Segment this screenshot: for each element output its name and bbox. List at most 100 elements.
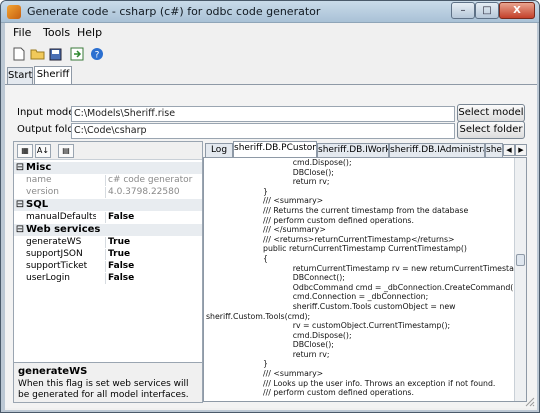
- app-window: Generate code - csharp (c#) for odbc cod…: [0, 0, 540, 413]
- code-line: sheriff.Custom.Tools(cmd);: [206, 311, 311, 321]
- property-value: True: [108, 249, 131, 259]
- tab-sheriff[interactable]: Sheriff: [34, 66, 72, 84]
- code-line: /// perform custom defined operations.: [206, 215, 414, 225]
- vertical-scrollbar[interactable]: [514, 158, 526, 401]
- select-model-button[interactable]: Select model: [457, 104, 525, 122]
- property-pages-icon[interactable]: ▤: [58, 144, 74, 158]
- menu-bar: File Tools Help: [5, 23, 537, 43]
- tab-more[interactable]: she: [485, 143, 503, 157]
- property-value: 4.0.3798.22580: [108, 187, 180, 197]
- menu-help[interactable]: Help: [77, 26, 102, 39]
- code-line: public returnCurrentTimestamp CurrentTim…: [206, 244, 467, 254]
- property-value: False: [108, 273, 135, 283]
- tab-pcustom[interactable]: sheriff.DB.PCustom.cs: [233, 141, 317, 157]
- code-line: /// <summary>: [206, 196, 324, 206]
- collapse-icon[interactable]: ⊟: [14, 199, 26, 211]
- property-grid-toolbar: ▦ A↓ ▤: [14, 142, 202, 160]
- property-row-supportticket[interactable]: supportTicket False: [14, 261, 202, 272]
- new-file-icon[interactable]: [11, 46, 27, 62]
- app-icon: [7, 5, 21, 19]
- code-line: rv = customObject.CurrentTimestamp();: [206, 321, 451, 331]
- property-value: c# code generator: [108, 175, 193, 185]
- code-text: cmd.Dispose(); DBClose(); return rv; } /…: [206, 158, 527, 398]
- code-line: cmd.Dispose();: [206, 330, 352, 340]
- code-line: cmd.Dispose();: [206, 158, 352, 167]
- svg-text:?: ?: [95, 51, 100, 61]
- property-name: userLogin: [26, 273, 70, 283]
- maximize-button[interactable]: □: [475, 2, 499, 19]
- code-line: }: [206, 186, 268, 196]
- property-help-panel: generateWS When this flag is set web ser…: [14, 362, 202, 402]
- collapse-icon[interactable]: ⊟: [14, 224, 26, 236]
- code-line: {: [206, 253, 268, 263]
- code-line: DBConnect();: [206, 273, 345, 283]
- property-name: supportTicket: [26, 261, 88, 271]
- minimize-button[interactable]: –: [451, 2, 475, 19]
- property-row-generatews[interactable]: generateWS True: [14, 237, 202, 248]
- property-grid: ▦ A↓ ▤ ⊟ Misc name c# code generator versi…: [13, 141, 203, 403]
- property-row-userlogin[interactable]: userLogin False: [14, 273, 202, 284]
- tab-iwork[interactable]: sheriff.DB.IWork.cs: [317, 143, 389, 157]
- code-line: sheriff.Custom.Tools customObject = new: [206, 301, 456, 311]
- resize-grip-icon[interactable]: [523, 395, 535, 407]
- property-row-supportjson[interactable]: supportJSON True: [14, 249, 202, 260]
- title-bar[interactable]: Generate code - csharp (c#) for odbc cod…: [1, 1, 539, 23]
- toolbar: ?: [5, 43, 537, 65]
- tab-scroll-right-icon[interactable]: ▶: [515, 144, 527, 156]
- select-folder-button[interactable]: Select folder: [457, 121, 525, 139]
- output-folder-field[interactable]: C:\Code\csharp: [71, 123, 455, 139]
- category-label: Misc: [26, 162, 52, 173]
- tab-iadministrate[interactable]: sheriff.DB.IAdministrate.cs: [389, 143, 485, 157]
- code-line: return rv;: [206, 349, 330, 359]
- property-value: False: [108, 212, 135, 222]
- category-sql[interactable]: ⊟ SQL: [14, 199, 202, 211]
- code-line: }: [206, 359, 268, 369]
- open-folder-icon[interactable]: [29, 46, 45, 62]
- code-editor[interactable]: cmd.Dispose(); DBClose(); return rv; } /…: [203, 157, 527, 402]
- category-misc[interactable]: ⊟ Misc: [14, 162, 202, 174]
- code-line: cmd.Connection = _dbConnection;: [206, 292, 429, 302]
- code-line: DBClose();: [206, 340, 334, 350]
- help-text: When this flag is set web services will …: [18, 379, 189, 400]
- generate-icon[interactable]: [69, 46, 85, 62]
- menu-file[interactable]: File: [13, 26, 31, 39]
- tab-scroll-left-icon[interactable]: ◀: [503, 144, 515, 156]
- property-name: generateWS: [26, 237, 82, 247]
- close-button[interactable]: X: [499, 2, 535, 19]
- code-line: DBClose();: [206, 167, 334, 177]
- category-label: SQL: [26, 199, 49, 210]
- scrollbar-thumb[interactable]: [516, 254, 525, 266]
- property-value: False: [108, 261, 135, 271]
- input-model-field[interactable]: C:\Models\Sheriff.rise: [71, 106, 455, 122]
- tab-log[interactable]: Log: [205, 143, 233, 157]
- code-line: /// perform custom defined operations.: [206, 388, 414, 398]
- category-web-services[interactable]: ⊟ Web services: [14, 224, 202, 236]
- help-icon[interactable]: ?: [89, 46, 105, 62]
- property-name: supportJSON: [26, 249, 83, 259]
- property-row-name[interactable]: name c# code generator: [14, 175, 202, 186]
- property-name: version: [26, 187, 59, 197]
- input-model-label: Input model: [17, 107, 78, 118]
- code-line: /// <summary>: [206, 369, 324, 379]
- property-name: manualDefaults: [26, 212, 96, 222]
- property-row-manualdefaults[interactable]: manualDefaults False: [14, 212, 202, 223]
- code-line: returnCurrentTimestamp rv = new returnCu…: [206, 263, 527, 273]
- help-title: generateWS: [18, 366, 88, 377]
- menu-tools[interactable]: Tools: [43, 26, 70, 39]
- code-line: /// </summary>: [206, 225, 326, 235]
- property-name: name: [26, 175, 52, 185]
- code-line: OdbcCommand cmd = _dbConnection.CreateCo…: [206, 282, 520, 292]
- category-label: Web services: [26, 224, 101, 235]
- code-line: /// <returns>returnCurrentTimestamp</ret…: [206, 234, 455, 244]
- property-row-version[interactable]: version 4.0.3798.22580: [14, 187, 202, 198]
- collapse-icon[interactable]: ⊟: [14, 162, 26, 174]
- window-title: Generate code - csharp (c#) for odbc cod…: [27, 5, 321, 18]
- property-value: True: [108, 237, 131, 247]
- tab-start[interactable]: Start: [7, 67, 33, 84]
- client-area: File Tools Help ? Start Sheriff Input mo…: [5, 23, 537, 410]
- code-line: /// Returns the current timestamp from t…: [206, 205, 469, 215]
- code-line: return rv;: [206, 177, 330, 187]
- categorized-icon[interactable]: ▦: [17, 144, 33, 158]
- save-icon[interactable]: [47, 46, 63, 62]
- alphabetical-icon[interactable]: A↓: [35, 144, 51, 158]
